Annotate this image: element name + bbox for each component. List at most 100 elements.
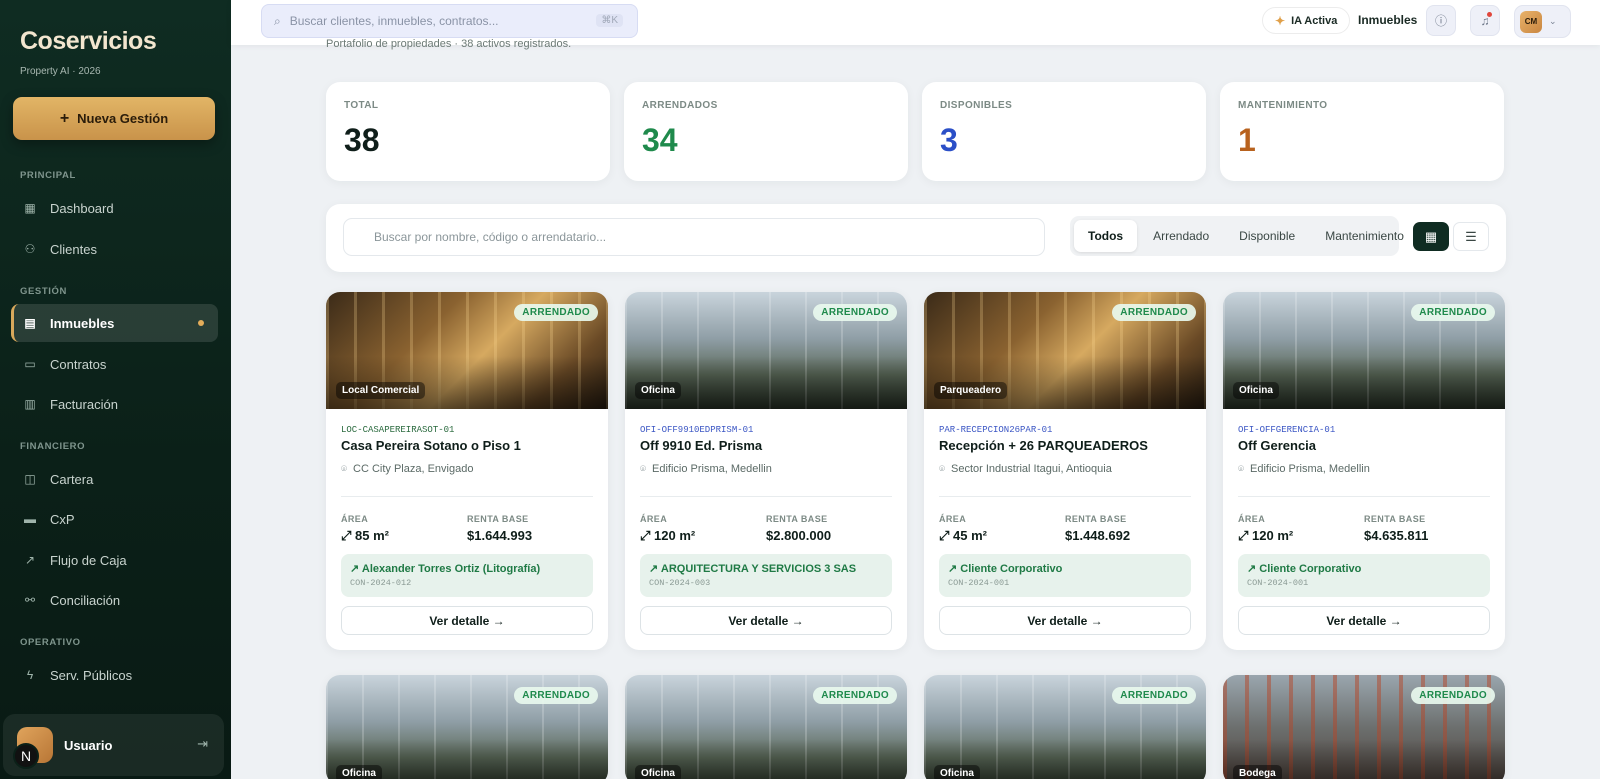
- property-image: ARRENDADO Bodega: [1223, 675, 1505, 779]
- list-view-button[interactable]: ☰: [1453, 222, 1489, 251]
- area-metric: ÁREA ⤢ 120 m²: [640, 514, 766, 544]
- tab-todos[interactable]: Todos: [1074, 220, 1138, 252]
- tenant-text: ARQUITECTURA Y SERVICIOS 3 SAS: [660, 563, 857, 575]
- brand-subtitle: Property AI · 2026: [20, 66, 101, 77]
- sidebar-item-servicios-publicos[interactable]: ϟ Serv. Públicos: [11, 656, 218, 694]
- area-label: ÁREA: [1238, 514, 1266, 524]
- property-search-input[interactable]: Buscar por nombre, código o arrendatario…: [343, 218, 1045, 256]
- tab-disponible[interactable]: Disponible: [1225, 220, 1309, 252]
- stat-label: MANTENIMIENTO: [1238, 100, 1328, 111]
- tenant-text: Cliente Corporativo: [1259, 563, 1362, 575]
- property-location: ⌾ Edificio Prisma, Medellin: [640, 463, 892, 475]
- sidebar-item-label: Dashboard: [50, 200, 114, 216]
- map-pin-icon: ⌾: [1238, 463, 1244, 475]
- tenant-box[interactable]: ↗ Alexander Torres Ortiz (Litografía) CO…: [341, 554, 593, 597]
- sidebar-item-flujo-caja[interactable]: ↗ Flujo de Caja: [11, 541, 218, 579]
- sidebar-item-dashboard[interactable]: ▦ Dashboard: [11, 189, 218, 227]
- sidebar: Coservicios Property AI · 2026 + Nueva G…: [0, 0, 231, 779]
- user-menu-button[interactable]: CM ⌄: [1514, 5, 1571, 38]
- section-principal: PRINCIPAL: [20, 170, 76, 181]
- property-card[interactable]: ARRENDADO Oficina OFI-OFF9910EDPRISM-01 …: [625, 292, 907, 650]
- sparkle-icon: ✦: [1275, 13, 1286, 28]
- property-code: OFI-OFF9910EDPRISM-01: [640, 425, 754, 435]
- property-type-badge: Local Comercial: [336, 382, 426, 399]
- property-card[interactable]: ARRENDADO Oficina: [924, 675, 1206, 779]
- area-label: ÁREA: [939, 514, 967, 524]
- link-icon: ⚯: [24, 593, 36, 607]
- stat-card: TOTAL 38: [326, 82, 610, 181]
- avatar: N: [13, 727, 53, 769]
- notifications-button[interactable]: ♫: [1470, 5, 1500, 36]
- view-detail-button[interactable]: Ver detalle →: [939, 606, 1191, 635]
- resize-icon: ⤢: [939, 528, 950, 543]
- tenant-box[interactable]: ↗ ARQUITECTURA Y SERVICIOS 3 SAS CON-202…: [640, 554, 892, 597]
- sidebar-item-conciliacion[interactable]: ⚯ Conciliación: [11, 581, 218, 619]
- property-location: ⌾ Sector Industrial Itagui, Antioquia: [939, 463, 1191, 475]
- stat-value: 34: [642, 122, 678, 158]
- property-card[interactable]: ARRENDADO Bodega: [1223, 675, 1505, 779]
- property-name: Casa Pereira Sotano o Piso 1: [341, 438, 521, 453]
- area-label: ÁREA: [341, 514, 369, 524]
- sidebar-item-facturacion[interactable]: ▥ Facturación: [11, 385, 218, 423]
- area-metric: ÁREA ⤢ 45 m²: [939, 514, 1065, 544]
- property-image: ARRENDADO Oficina: [625, 292, 907, 409]
- tenant-name: ↗ ARQUITECTURA Y SERVICIOS 3 SAS: [649, 562, 883, 575]
- tenant-box[interactable]: ↗ Cliente Corporativo CON-2024-001: [939, 554, 1191, 597]
- location-text: Edificio Prisma, Medellin: [652, 463, 772, 475]
- map-pin-icon: ⌾: [640, 463, 646, 475]
- sidebar-item-label: Cartera: [50, 471, 94, 487]
- property-card[interactable]: ARRENDADO Oficina: [326, 675, 608, 779]
- search-icon: ⌕: [274, 13, 281, 28]
- property-image: ARRENDADO Parqueadero: [924, 292, 1206, 409]
- stat-card: DISPONIBLES 3: [922, 82, 1206, 181]
- sidebar-item-inmuebles[interactable]: ▤ Inmuebles: [11, 304, 218, 342]
- property-card[interactable]: ARRENDADO Parqueadero PAR-RECEPCION26PAR…: [924, 292, 1206, 650]
- stat-card: ARRENDADOS 34: [624, 82, 908, 181]
- active-indicator-dot: [198, 320, 204, 326]
- grid-icon: ▦: [24, 201, 36, 215]
- brand-logo[interactable]: Coservicios: [20, 27, 157, 56]
- area-metric: ÁREA ⤢ 85 m²: [341, 514, 467, 544]
- view-detail-button[interactable]: Ver detalle →: [640, 606, 892, 635]
- user-card[interactable]: N Usuario ⇥: [3, 714, 224, 776]
- area-metric: ÁREA ⤢ 120 m²: [1238, 514, 1364, 544]
- help-button[interactable]: ⓘ: [1426, 5, 1456, 36]
- stat-card: MANTENIMIENTO 1: [1220, 82, 1504, 181]
- card-body: PAR-RECEPCION26PAR-01 Recepción + 26 PAR…: [924, 409, 1206, 650]
- shortcut-hint: ⌘K: [596, 14, 623, 27]
- resize-icon: ⤢: [1238, 528, 1249, 543]
- tab-mantenimiento[interactable]: Mantenimiento: [1311, 220, 1418, 252]
- property-image: ARRENDADO Oficina: [625, 675, 907, 779]
- tenant-name: ↗ Cliente Corporativo: [1247, 562, 1481, 575]
- resize-icon: ⤢: [640, 528, 651, 543]
- sidebar-item-cartera[interactable]: ◫ Cartera: [11, 460, 218, 498]
- property-image: ARRENDADO Local Comercial: [326, 292, 608, 409]
- sidebar-item-cxp[interactable]: ▬ CxP: [11, 500, 218, 538]
- new-gestion-button[interactable]: + Nueva Gestión: [13, 97, 215, 140]
- current-section-label[interactable]: Inmuebles: [1358, 13, 1417, 27]
- view-detail-button[interactable]: Ver detalle →: [1238, 606, 1490, 635]
- sidebar-item-contratos[interactable]: ▭ Contratos: [11, 345, 218, 383]
- property-type-badge: Parqueadero: [934, 382, 1008, 399]
- property-card[interactable]: ARRENDADO Oficina OFI-OFFGERENCIA-01 Off…: [1223, 292, 1505, 650]
- property-card[interactable]: ARRENDADO Oficina: [625, 675, 907, 779]
- property-image: ARRENDADO Oficina: [924, 675, 1206, 779]
- status-badge: ARRENDADO: [1112, 304, 1196, 321]
- ia-status-pill[interactable]: ✦ IA Activa: [1262, 7, 1351, 34]
- new-gestion-label: Nueva Gestión: [77, 111, 169, 126]
- location-text: Sector Industrial Itagui, Antioquia: [951, 463, 1112, 475]
- property-image: ARRENDADO Oficina: [326, 675, 608, 779]
- map-pin-icon: ⌾: [341, 463, 347, 475]
- tenant-box[interactable]: ↗ Cliente Corporativo CON-2024-001: [1238, 554, 1490, 597]
- wallet-icon: ◫: [24, 472, 36, 486]
- global-search-input[interactable]: ⌕ Buscar clientes, inmuebles, contratos.…: [261, 4, 638, 38]
- property-card[interactable]: ARRENDADO Local Comercial LOC-CASAPEREIR…: [326, 292, 608, 650]
- contract-code: CON-2024-001: [948, 578, 1010, 588]
- grid-view-button[interactable]: ▦: [1413, 222, 1449, 251]
- arrow-up-right-icon: ↗: [649, 563, 659, 575]
- sidebar-item-clientes[interactable]: ⚇ Clientes: [11, 230, 218, 268]
- view-detail-button[interactable]: Ver detalle →: [341, 606, 593, 635]
- tab-arrendado[interactable]: Arrendado: [1139, 220, 1223, 252]
- logout-icon[interactable]: ⇥: [197, 736, 208, 752]
- rent-label: RENTA BASE: [766, 514, 828, 524]
